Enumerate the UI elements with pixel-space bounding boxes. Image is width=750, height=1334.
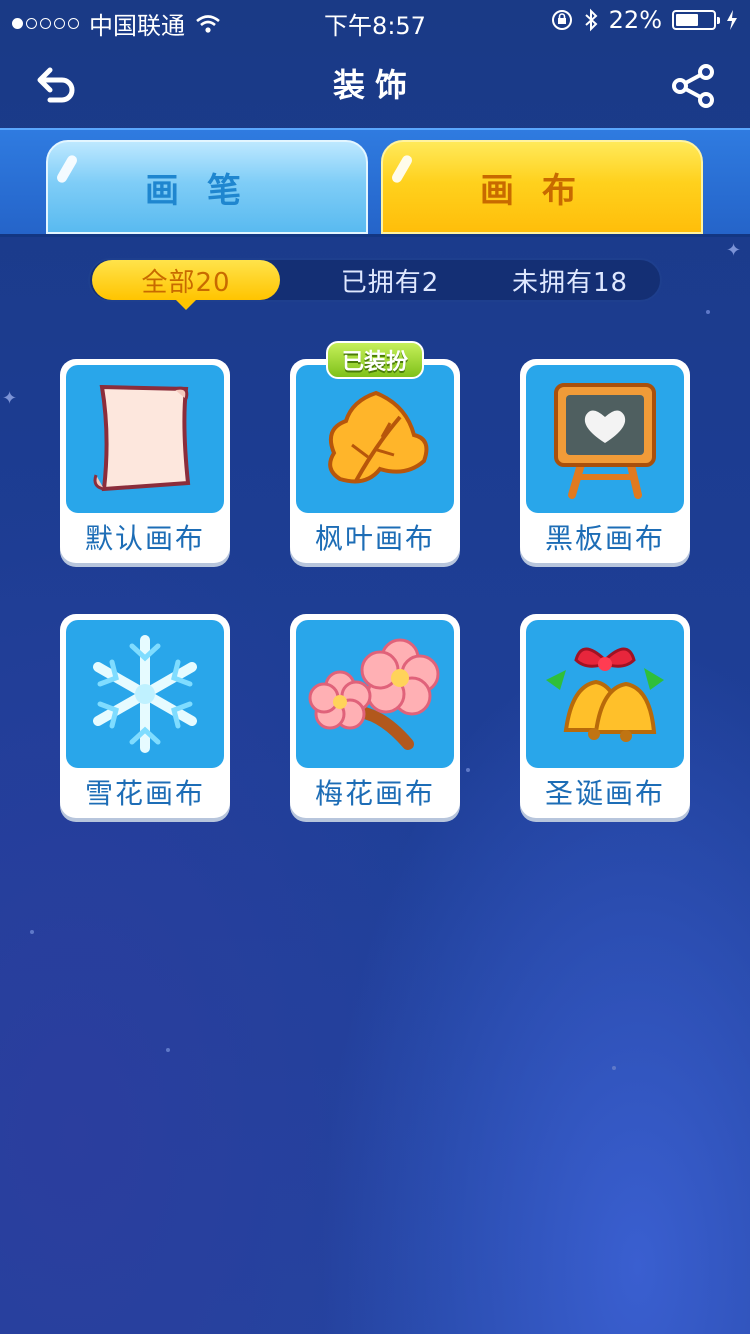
filter-all[interactable]: 全部20 [92,260,280,310]
tab-brush[interactable]: 画笔 [46,140,368,234]
bluetooth-icon [584,8,598,32]
battery-icon [672,10,720,30]
decor-sparkle [166,1048,170,1052]
decor-star: ✦ [726,240,742,261]
item-image [526,365,684,513]
orientation-lock-icon [551,10,572,30]
charging-icon [727,10,737,30]
tab-label: 画笔 [145,170,269,211]
item-image [66,365,224,513]
battery-fill [676,14,698,26]
decor-sparkle [706,310,710,314]
maple-leaf-icon [328,390,429,484]
christmas-bells-icon [546,647,664,742]
canvas-item-default[interactable]: 默认画布 [60,359,230,563]
equipped-badge: 已装扮 [326,341,424,379]
canvas-item-christmas[interactable]: 圣诞画布 [520,614,690,818]
filter-segment: 全部20 已拥有2 未拥有18 [88,258,662,310]
item-label: 黑板画布 [544,522,665,555]
filter-owned[interactable]: 已拥有2 [300,260,480,300]
decor-sparkle [466,768,470,772]
item-image [296,620,454,768]
share-icon [672,64,714,108]
category-tabs: 画笔 画布 [0,128,750,237]
item-label: 默认画布 [84,522,205,555]
canvas-item-maple[interactable]: 已装扮 枫叶画布 [290,341,460,563]
paper-icon [93,384,191,492]
tab-canvas[interactable]: 画布 [381,140,703,234]
canvas-item-snowflake[interactable]: 雪花画布 [60,614,230,818]
nav-bar: 装饰 [0,40,750,128]
item-image [296,365,454,513]
canvas-item-chalkboard[interactable]: 黑板画布 [520,359,690,563]
battery-percent: 22% [608,6,662,34]
tab-shine [390,153,414,185]
canvas-item-plum[interactable]: 梅花画布 [290,614,460,818]
status-right: 22% [551,6,738,34]
page-title: 装饰 [332,66,417,104]
plum-blossom-icon [308,638,440,750]
chalkboard-icon [554,383,656,499]
snowflake-icon [93,635,197,753]
item-label: 雪花画布 [84,777,205,810]
item-image [526,620,684,768]
tab-label: 画布 [480,170,604,211]
decor-sparkle [612,1066,616,1070]
decor-star: ✦ [2,388,18,409]
status-bar: 中国联通 下午8:57 22% [0,0,750,40]
decor-sparkle [30,930,34,934]
share-button[interactable] [666,58,722,114]
tab-shine [55,153,79,185]
item-label: 圣诞画布 [544,777,665,810]
filter-not-owned[interactable]: 未拥有18 [480,260,660,300]
item-label: 梅花画布 [314,777,435,810]
item-label: 枫叶画布 [314,522,435,555]
item-image [66,620,224,768]
